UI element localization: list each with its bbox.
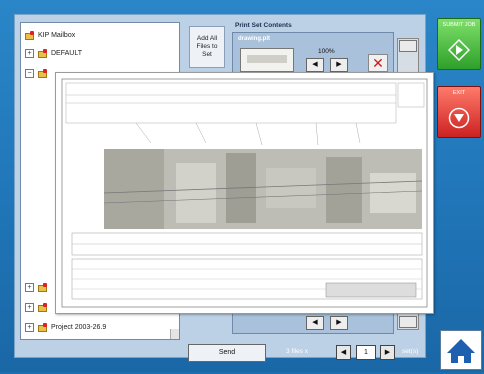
expand-icon[interactable]: + [25,322,34,332]
print-set-file-name: drawing.plt [238,36,270,42]
delete-button[interactable]: ✕ [368,54,388,72]
send-button[interactable]: Send [188,344,266,362]
stop-icon [448,107,470,129]
diamond-arrow-icon [448,39,470,61]
submit-job-button[interactable]: SUBMIT JOB [437,18,481,70]
folder-icon [38,322,47,332]
folder-icon [38,302,47,312]
tree-scrollbar[interactable] [170,329,179,339]
expand-icon[interactable]: + [25,48,34,58]
file-thumbnail[interactable] [240,48,294,72]
expand-icon[interactable]: + [25,282,34,292]
home-button[interactable] [440,330,482,370]
exit-button[interactable]: EXIT [437,86,481,138]
tree-item-label: Project 2003-26.9 [51,323,107,331]
prev-button-bottom[interactable]: ◀ [306,316,324,330]
page-next-button[interactable]: ▶ [380,345,395,360]
drawing-image [61,78,428,308]
prev-button[interactable]: ◀ [306,58,324,72]
page-number-input[interactable]: 1 [356,345,376,360]
scroll-up-button[interactable] [399,40,417,52]
scroll-down-button[interactable] [399,316,417,328]
tree-item[interactable]: + [25,279,51,295]
tree-item-root[interactable]: KIP Mailbox [25,27,75,43]
exit-label: EXIT [452,90,466,96]
print-set-title: Print Set Contents [235,22,292,29]
tree-item-label: KIP Mailbox [38,31,76,39]
next-button-bottom[interactable]: ▶ [330,316,348,330]
home-icon [447,339,475,363]
drawing-preview [55,72,434,314]
folder-icon [38,282,47,292]
folder-icon [38,68,47,78]
folder-icon [38,48,47,58]
files-count-value: 3 files [286,348,303,355]
expand-icon[interactable]: + [25,302,34,312]
tree-item-project[interactable]: + Project 2003-26.9 [25,319,106,335]
tree-item-open[interactable]: − [25,65,51,81]
submit-job-label: SUBMIT JOB [442,22,476,28]
next-button[interactable]: ▶ [330,58,348,72]
files-count: 3 files x [286,348,308,355]
page-prev-button[interactable]: ◀ [336,345,351,360]
page-label: set(s) [402,348,419,355]
files-separator: x [304,348,309,355]
zoom-value: 100% [318,48,335,55]
folder-icon [25,30,34,40]
add-all-files-button[interactable]: Add All Files to Set [189,26,225,68]
tree-item[interactable]: + [25,299,51,315]
tree-item-default[interactable]: + DEFAULT [25,45,82,61]
collapse-icon[interactable]: − [25,68,34,78]
tree-item-label: DEFAULT [51,49,82,57]
